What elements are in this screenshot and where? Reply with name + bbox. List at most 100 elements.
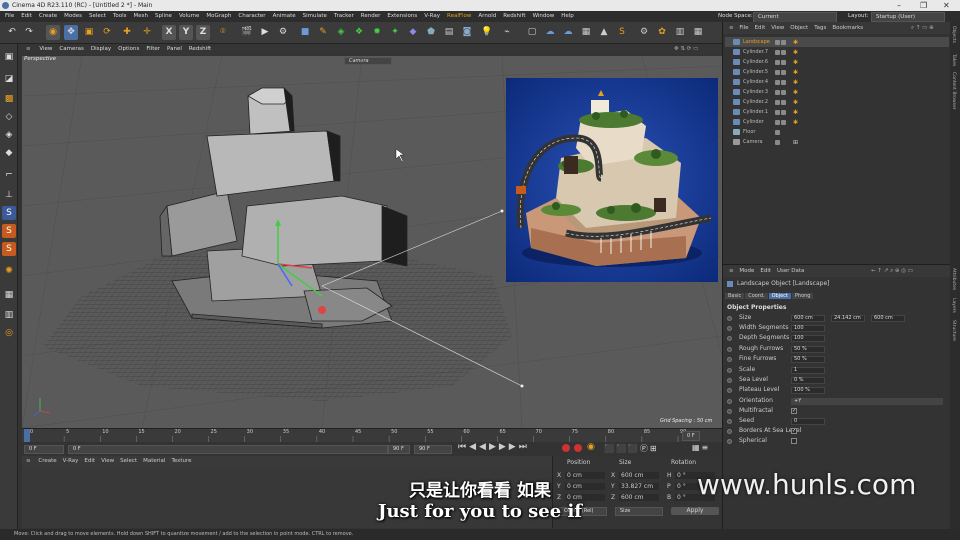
pen-icon[interactable]: ✎ bbox=[316, 25, 330, 40]
menu-create[interactable]: Create bbox=[39, 13, 57, 19]
menu-realflow[interactable]: RealFlow bbox=[447, 13, 471, 19]
om-menu-tags[interactable]: Tags bbox=[814, 25, 826, 31]
object-row-camera[interactable]: Camera ⊞ bbox=[725, 137, 949, 147]
orientation-dropdown[interactable]: +Y bbox=[791, 397, 943, 405]
autokey-icon[interactable] bbox=[574, 444, 582, 452]
visibility-flags[interactable] bbox=[775, 89, 793, 95]
recent-tools-icon[interactable]: ✚ bbox=[120, 25, 134, 40]
minimize-button[interactable]: – bbox=[897, 0, 901, 11]
z-axis-lock-button[interactable]: Z bbox=[196, 25, 210, 40]
layout-dropdown[interactable]: Startup (User) bbox=[871, 12, 945, 22]
redshift-icon[interactable]: S bbox=[615, 25, 629, 40]
transform-icon[interactable]: ✛ bbox=[140, 25, 154, 40]
toolbar-icon-a[interactable]: ▥ bbox=[673, 25, 687, 40]
grid-lock-icon[interactable]: ▥ bbox=[2, 308, 16, 322]
y-axis-lock-button[interactable]: Y bbox=[179, 25, 193, 40]
side-tab-takes[interactable]: Takes bbox=[951, 54, 956, 66]
plateau-level-input[interactable]: 100 % bbox=[791, 386, 825, 394]
tab-coord[interactable]: Coord. bbox=[745, 293, 768, 299]
menu-extensions[interactable]: Extensions bbox=[387, 13, 417, 19]
fire-icon[interactable]: ✺ bbox=[2, 264, 16, 278]
menu-window[interactable]: Window bbox=[533, 13, 555, 19]
toolbar-icon-b[interactable]: ▦ bbox=[691, 25, 705, 40]
animate-dot-icon[interactable] bbox=[727, 388, 732, 393]
timeline-options-icon[interactable]: ▦≡ bbox=[692, 443, 710, 452]
menu-simulate[interactable]: Simulate bbox=[303, 13, 327, 19]
object-row-cylinder1[interactable]: Cylinder.1 ✱ bbox=[725, 107, 949, 117]
menu-render[interactable]: Render bbox=[361, 13, 381, 19]
visibility-flags[interactable] bbox=[775, 59, 793, 65]
tab-object[interactable]: Object bbox=[768, 293, 791, 299]
render-view-icon[interactable]: 🎬 bbox=[240, 25, 254, 40]
mat-menu-material[interactable]: Material bbox=[143, 458, 165, 464]
render-picture-viewer-icon[interactable]: ▶ bbox=[258, 25, 272, 40]
end-frame-field[interactable]: 90 F bbox=[414, 445, 452, 454]
sea-level-input[interactable]: 0 % bbox=[791, 376, 825, 384]
vray-light-icon[interactable]: ▲ bbox=[597, 25, 611, 40]
side-tab-layers[interactable]: Layers bbox=[951, 298, 956, 313]
mat-menu-texture[interactable]: Texture bbox=[171, 458, 191, 464]
mat-menu-create[interactable]: Create bbox=[38, 458, 56, 464]
tab-phong[interactable]: Phong bbox=[791, 293, 814, 299]
workplane-icon[interactable]: ▦ bbox=[2, 288, 16, 302]
rotate-icon[interactable]: ⟳ bbox=[100, 25, 114, 40]
visibility-flags[interactable] bbox=[775, 99, 793, 105]
vray-render-icon[interactable]: ☁ bbox=[543, 25, 557, 40]
om-search-icons[interactable]: ⌕ ↑ ▭ ⊕ bbox=[911, 22, 934, 34]
redo-icon[interactable]: ↷ bbox=[22, 25, 36, 40]
depth-segments-input[interactable]: 100 bbox=[791, 334, 825, 342]
subdivision-icon[interactable]: ◈ bbox=[334, 25, 348, 40]
keyframe-selection-icon[interactable]: ◉ bbox=[587, 442, 595, 452]
animate-dot-icon[interactable] bbox=[727, 399, 732, 404]
viewport-menu-view[interactable]: View bbox=[39, 46, 52, 52]
seed-input[interactable]: 0 bbox=[791, 417, 825, 425]
tab-basic[interactable]: Basic bbox=[725, 293, 745, 299]
menu-mesh[interactable]: Mesh bbox=[134, 13, 148, 19]
x-axis-lock-button[interactable]: X bbox=[162, 25, 176, 40]
viewport-navigation-icons[interactable]: ✥ ⇅ ⟳ ▭ bbox=[674, 44, 698, 55]
object-row-cylinder[interactable]: Cylinder ✱ bbox=[725, 117, 949, 127]
viewport-menu-redshift[interactable]: Redshift bbox=[189, 46, 211, 52]
snap-icon[interactable]: S bbox=[2, 206, 16, 220]
side-tab-objects[interactable]: Objects bbox=[951, 26, 956, 43]
fine-furrows-input[interactable]: 50 % bbox=[791, 355, 825, 363]
viewport-menu-panel[interactable]: Panel bbox=[167, 46, 182, 52]
viewport-menu-options[interactable]: Options bbox=[118, 46, 139, 52]
cloner-icon[interactable]: ❖ bbox=[352, 25, 366, 40]
multifractal-checkbox[interactable]: ✓ bbox=[791, 408, 797, 414]
render-settings-icon[interactable]: ⚙ bbox=[276, 25, 290, 40]
playback-controls[interactable]: ⏮◀◀▶▶▶⏭ bbox=[458, 442, 530, 452]
size-z-input[interactable]: 600 cm bbox=[871, 314, 905, 322]
attr-menu-user-data[interactable]: User Data bbox=[777, 268, 804, 274]
rough-furrows-input[interactable]: 50 % bbox=[791, 345, 825, 353]
side-tab-content-browser[interactable]: Content Browser bbox=[951, 72, 956, 110]
menu-arnold[interactable]: Arnold bbox=[478, 13, 496, 19]
scale-input[interactable]: 1 bbox=[791, 366, 825, 374]
animate-dot-icon[interactable] bbox=[727, 409, 732, 414]
side-tab-structure[interactable]: Structure bbox=[951, 320, 956, 341]
redshift-snap-icon[interactable]: S bbox=[2, 224, 16, 238]
spherical-checkbox[interactable] bbox=[791, 438, 797, 444]
scale-icon[interactable]: ▣ bbox=[82, 25, 96, 40]
preview-min-field[interactable]: 0 F bbox=[68, 445, 388, 454]
cube-icon[interactable]: ■ bbox=[298, 25, 312, 40]
axis-mode-icon[interactable]: ⊥ bbox=[2, 188, 16, 202]
move-icon[interactable]: ✥ bbox=[64, 25, 78, 40]
vray-frame-buffer-icon[interactable]: ▢ bbox=[525, 25, 539, 40]
viewport-menu-cameras[interactable]: Cameras bbox=[59, 46, 83, 52]
animate-dot-icon[interactable] bbox=[727, 347, 732, 352]
camera-icon[interactable]: ◙ bbox=[460, 25, 474, 40]
object-row-cylinder4[interactable]: Cylinder.4 ✱ bbox=[725, 77, 949, 87]
key-tools[interactable]: ⬛⬛⬛Ⓟ⊞ bbox=[604, 443, 659, 454]
size-x-input[interactable]: 600 cm bbox=[791, 314, 825, 322]
coordinate-system-icon[interactable]: ⌾ bbox=[216, 25, 230, 40]
menu-select[interactable]: Select bbox=[89, 13, 106, 19]
size-y-input[interactable]: 24.142 cm bbox=[831, 314, 865, 322]
menu-character[interactable]: Character bbox=[238, 13, 265, 19]
menu-tracker[interactable]: Tracker bbox=[334, 13, 354, 19]
menu-modes[interactable]: Modes bbox=[64, 13, 82, 19]
visibility-flags[interactable] bbox=[775, 39, 793, 45]
mat-menu-vray[interactable]: V-Ray bbox=[63, 458, 79, 464]
protection-tag-icon[interactable]: ⊞ bbox=[793, 138, 798, 148]
polygons-mode-icon[interactable]: ◆ bbox=[2, 146, 16, 160]
